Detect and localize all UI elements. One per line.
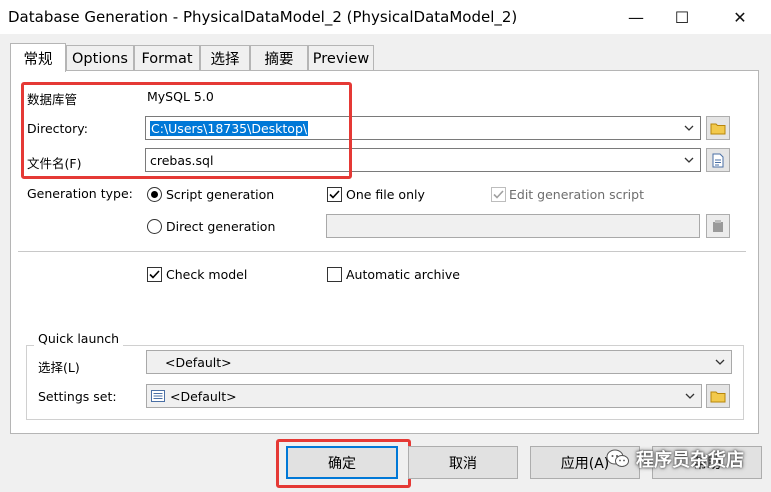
settings-set-label: Settings set: <box>38 389 117 404</box>
minimize-button[interactable]: — <box>613 0 659 34</box>
script-generation-radio[interactable] <box>147 187 162 202</box>
automatic-archive-checkbox[interactable] <box>327 267 342 282</box>
window-title: Database Generation - PhysicalDataModel_… <box>8 8 518 26</box>
checkmark-icon <box>329 190 340 199</box>
tab-summary[interactable]: 摘要 <box>250 45 308 71</box>
browse-directory-button[interactable] <box>706 116 730 140</box>
chevron-down-icon[interactable] <box>683 389 697 403</box>
check-model-label[interactable]: Check model <box>166 267 247 282</box>
script-generation-label[interactable]: Script generation <box>166 187 274 202</box>
direct-generation-label[interactable]: Direct generation <box>166 219 275 234</box>
selection-value: <Default> <box>165 354 232 370</box>
cancel-button[interactable]: 取消 <box>408 446 518 479</box>
highlight-box-fields <box>21 82 352 179</box>
edit-generation-script-label: Edit generation script <box>509 187 644 202</box>
title-bar: Database Generation - PhysicalDataModel_… <box>0 0 771 34</box>
document-icon <box>712 153 724 167</box>
settings-list-icon <box>151 390 165 402</box>
minimize-icon: — <box>628 7 644 27</box>
tab-preview[interactable]: Preview <box>308 45 374 71</box>
highlight-box-ok <box>276 439 411 488</box>
open-file-button[interactable] <box>706 148 730 172</box>
checkmark-icon <box>493 190 504 199</box>
quick-launch-title: Quick launch <box>34 331 124 346</box>
watermark: 程序员杂货店 <box>606 446 744 472</box>
chevron-down-icon[interactable] <box>682 121 696 135</box>
radio-selected-dot <box>151 191 158 198</box>
maximize-icon: ☐ <box>674 7 690 27</box>
tab-general[interactable]: 常规 <box>10 43 66 72</box>
one-file-only-checkbox[interactable] <box>327 187 342 202</box>
tab-format[interactable]: Format <box>134 45 200 71</box>
chevron-down-icon[interactable] <box>713 355 727 369</box>
tab-options[interactable]: Options <box>66 45 134 71</box>
watermark-text: 程序员杂货店 <box>636 450 744 471</box>
tab-selection[interactable]: 选择 <box>200 45 250 71</box>
wechat-icon <box>606 449 629 467</box>
folder-icon <box>710 123 726 135</box>
direct-generation-field <box>326 214 700 238</box>
data-source-button <box>706 214 730 238</box>
check-model-checkbox[interactable] <box>147 267 162 282</box>
selection-label: 选择(L) <box>38 360 80 375</box>
settings-set-combo[interactable]: <Default> <box>146 384 702 408</box>
direct-generation-radio[interactable] <box>147 219 162 234</box>
database-icon <box>713 220 723 232</box>
one-file-only-label[interactable]: One file only <box>346 187 425 202</box>
automatic-archive-label[interactable]: Automatic archive <box>346 267 460 282</box>
chevron-down-icon[interactable] <box>682 153 696 167</box>
settings-set-value: <Default> <box>170 388 237 404</box>
folder-icon <box>710 391 726 403</box>
section-divider <box>18 251 746 252</box>
checkmark-icon <box>149 270 160 279</box>
close-button[interactable]: ✕ <box>717 0 763 34</box>
maximize-button[interactable]: ☐ <box>659 0 705 34</box>
browse-settings-button[interactable] <box>706 384 730 408</box>
selection-combo[interactable]: <Default> <box>146 350 732 374</box>
generation-type-label: Generation type: <box>27 186 133 201</box>
edit-generation-script-checkbox[interactable] <box>491 187 506 202</box>
close-icon: ✕ <box>733 7 747 27</box>
